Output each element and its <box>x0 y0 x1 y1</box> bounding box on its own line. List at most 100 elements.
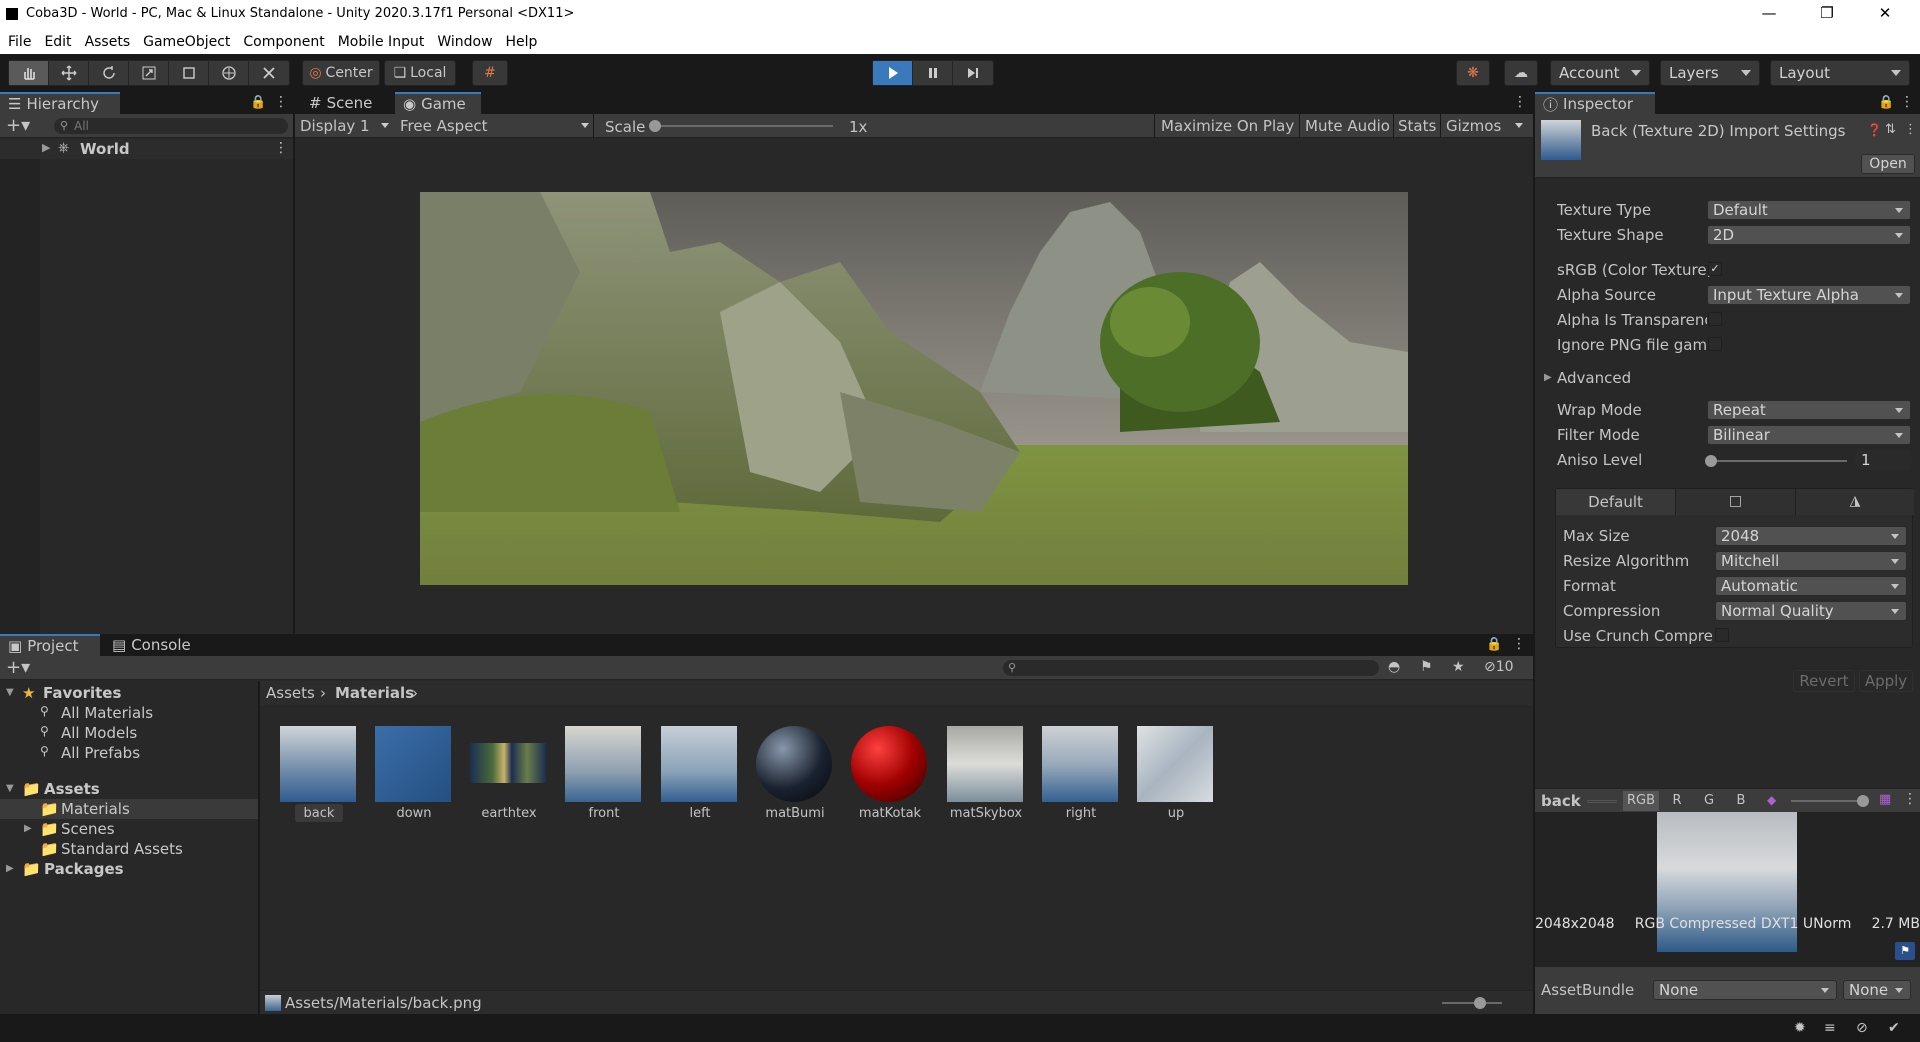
more-icon[interactable]: ⋮ <box>1513 94 1527 110</box>
add-icon[interactable]: +▾ <box>6 115 30 136</box>
expand-icon[interactable]: ▶ <box>6 863 14 874</box>
preset-icon[interactable]: ⇅ <box>1885 122 1896 137</box>
tab-scene[interactable]: # Scene <box>301 92 380 114</box>
label-icon[interactable]: ⚑ <box>1420 659 1433 675</box>
transform-tool-icon[interactable] <box>209 61 249 85</box>
apply-button[interactable]: Apply <box>1859 670 1913 692</box>
thumbnail-size-thumb[interactable] <box>1474 997 1486 1009</box>
close-icon[interactable]: ✕ <box>1873 4 1897 24</box>
asset-label-back[interactable]: back <box>274 806 364 821</box>
expand-icon[interactable]: ▼ <box>6 687 14 698</box>
platform-tab-standalone[interactable]: □ <box>1675 489 1795 515</box>
asset-thumb-matskybox[interactable] <box>947 726 1023 802</box>
display-dropdown[interactable]: Display 1 <box>300 117 370 135</box>
more-icon[interactable]: ⋮ <box>1900 94 1914 110</box>
tab-console[interactable]: ▤ Console <box>104 634 199 656</box>
lock-icon[interactable]: 🔒 <box>1486 637 1502 652</box>
expand-icon[interactable]: ▼ <box>6 783 14 794</box>
asset-thumb-front[interactable] <box>565 726 641 802</box>
hierarchy-row-world[interactable]: ▶ ⎈ World ⋮ <box>0 139 293 159</box>
ignore-png-checkbox[interactable] <box>1708 337 1722 351</box>
help-icon[interactable]: ❓ <box>1867 123 1882 137</box>
aniso-level-input[interactable]: 1 <box>1855 450 1911 470</box>
menu-gameobject[interactable]: GameObject <box>143 34 230 50</box>
play-button[interactable] <box>873 61 913 85</box>
hand-tool-icon[interactable] <box>9 61 49 85</box>
asset-label-front[interactable]: front <box>559 806 649 821</box>
resize-algorithm-dropdown[interactable]: Mitchell <box>1715 551 1907 571</box>
project-search-input[interactable] <box>1003 660 1379 676</box>
asset-thumb-matkotak[interactable] <box>851 726 927 802</box>
mute-audio-toggle[interactable]: Mute Audio <box>1305 117 1390 135</box>
asset-label-matskybox[interactable]: matSkybox <box>941 806 1031 821</box>
asset-label-right[interactable]: right <box>1036 806 1126 821</box>
assets-folder[interactable]: Assets <box>44 780 100 798</box>
asset-thumb-back[interactable] <box>280 726 356 802</box>
favorites-label[interactable]: Favorites <box>43 684 121 702</box>
channel-r[interactable]: R <box>1663 791 1691 811</box>
alpha-source-dropdown[interactable]: Input Texture Alpha <box>1707 285 1911 305</box>
max-size-dropdown[interactable]: 2048 <box>1715 526 1907 546</box>
aspect-dropdown[interactable]: Free Aspect <box>400 117 488 135</box>
stats-toggle[interactable]: Stats <box>1398 117 1436 135</box>
texture-shape-dropdown[interactable]: 2D <box>1707 225 1911 245</box>
asset-labels-icon[interactable]: ⚑ <box>1895 942 1915 960</box>
texture-type-dropdown[interactable]: Default <box>1707 200 1911 220</box>
step-button[interactable] <box>953 61 993 85</box>
more-icon[interactable]: ⋮ <box>274 140 288 156</box>
custom-tool-icon[interactable] <box>249 61 289 85</box>
more-icon[interactable]: ⋮ <box>1512 636 1526 652</box>
expand-icon[interactable]: ▶ <box>42 141 50 154</box>
packages-folder[interactable]: Packages <box>44 860 124 878</box>
favorites-all-models[interactable]: All Models <box>61 724 137 742</box>
more-icon[interactable]: ⋮ <box>274 94 288 110</box>
filter-mode-dropdown[interactable]: Bilinear <box>1707 425 1911 445</box>
gizmos-toggle[interactable]: Gizmos <box>1446 117 1501 135</box>
asset-label-earthtex[interactable]: earthtex <box>464 806 554 821</box>
asset-thumb-matbumi[interactable] <box>756 726 832 802</box>
format-dropdown[interactable]: Automatic <box>1715 576 1907 596</box>
alpha-view-icon[interactable]: ▦ <box>1879 792 1891 807</box>
asset-thumb-up[interactable] <box>1137 726 1213 802</box>
maximize-on-play-toggle[interactable]: Maximize On Play <box>1161 117 1294 135</box>
channel-rgb[interactable]: RGB <box>1623 791 1659 811</box>
pivot-local-button[interactable]: ❏ Local <box>384 60 456 86</box>
hidden-packages-toggle[interactable]: ⊘ 10 <box>1484 659 1514 675</box>
pause-button[interactable] <box>913 61 953 85</box>
menu-file[interactable]: File <box>8 34 31 50</box>
menu-mobile-input[interactable]: Mobile Input <box>338 34 425 50</box>
drag-handle[interactable] <box>1587 800 1617 803</box>
asset-bundle-variant-dropdown[interactable]: None <box>1843 980 1911 1000</box>
more-icon[interactable]: ⋮ <box>1903 791 1917 807</box>
menu-help[interactable]: Help <box>506 34 538 50</box>
grid-snap-button[interactable]: # <box>472 60 508 86</box>
compression-dropdown[interactable]: Normal Quality <box>1715 601 1907 621</box>
crunch-checkbox[interactable] <box>1715 628 1729 642</box>
move-tool-icon[interactable] <box>49 61 89 85</box>
scale-tool-icon[interactable] <box>129 61 169 85</box>
menu-edit[interactable]: Edit <box>44 34 71 50</box>
channel-b[interactable]: B <box>1727 791 1755 811</box>
revert-button[interactable]: Revert <box>1793 670 1855 692</box>
hierarchy-search-input[interactable]: All <box>54 118 288 134</box>
asset-label-matbumi[interactable]: matBumi <box>750 806 840 821</box>
tab-game[interactable]: ◉ Game <box>395 92 481 114</box>
srgb-checkbox[interactable]: ✓ <box>1708 262 1722 276</box>
menu-window[interactable]: Window <box>437 34 492 50</box>
more-icon[interactable]: ⋮ <box>1904 122 1917 137</box>
bug-icon[interactable]: ✹ <box>1794 1020 1806 1036</box>
minimize-icon[interactable]: — <box>1757 4 1781 24</box>
check-icon[interactable]: ✔ <box>1888 1020 1900 1036</box>
alpha-transparency-checkbox[interactable] <box>1708 312 1722 326</box>
favorites-all-prefabs[interactable]: All Prefabs <box>61 744 140 762</box>
add-icon[interactable]: +▾ <box>6 657 30 678</box>
asset-thumb-right[interactable] <box>1042 726 1118 802</box>
folder-scenes[interactable]: Scenes <box>61 820 115 838</box>
tab-hierarchy[interactable]: ☰ Hierarchy <box>0 92 120 114</box>
asset-thumb-down[interactable] <box>375 726 451 802</box>
network-icon[interactable]: ⊘ <box>1856 1020 1868 1036</box>
breadcrumb-assets[interactable]: Assets <box>266 684 315 702</box>
expand-icon[interactable]: ▶ <box>24 823 32 834</box>
asset-label-up[interactable]: up <box>1131 806 1221 821</box>
thumbnail-size-slider[interactable] <box>1442 1002 1502 1004</box>
